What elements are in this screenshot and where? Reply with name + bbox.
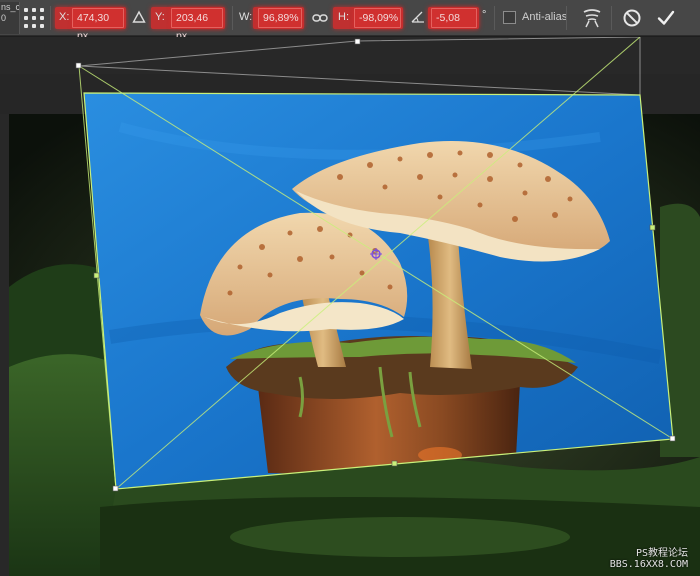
anti-alias-checkbox[interactable]	[503, 11, 516, 24]
document-tab-text: ns_c 0	[1, 2, 20, 23]
angle-input[interactable]: -5,08	[431, 8, 477, 28]
handle-bottom-center[interactable]	[391, 460, 398, 467]
document-canvas[interactable]	[0, 37, 700, 576]
commit-transform-icon[interactable]	[656, 8, 676, 31]
x-label: X:	[59, 11, 70, 23]
handle-bottom-right[interactable]	[669, 435, 676, 442]
handle-top-center[interactable]	[354, 38, 361, 45]
handle-right-middle[interactable]	[649, 224, 656, 231]
divider	[232, 6, 233, 30]
document-tab-stub[interactable]: ns_c 0	[0, 2, 20, 34]
link-icon[interactable]	[312, 11, 328, 28]
divider	[566, 6, 567, 30]
height-input[interactable]: -98,09%	[354, 8, 401, 28]
cancel-transform-icon[interactable]	[622, 8, 642, 31]
y-label: Y:	[155, 11, 165, 23]
divider	[50, 6, 51, 30]
degree-unit: °	[482, 9, 487, 21]
anti-alias-label: Anti-alias	[522, 11, 568, 23]
reference-point-grid-icon[interactable]	[24, 8, 44, 28]
transformed-layer	[84, 93, 673, 489]
watermark-line-1: PS教程论坛	[635, 548, 688, 559]
y-position-input[interactable]: 203,46 px	[171, 8, 223, 42]
h-label: H:	[338, 11, 349, 23]
watermark: PS教程论坛 BBS.16XX8.COM	[610, 548, 688, 570]
watermark-line-2: BBS.16XX8.COM	[609, 559, 688, 570]
handle-bottom-left[interactable]	[112, 485, 119, 492]
x-position-input[interactable]: 474,30 px	[72, 8, 124, 42]
warp-mode-icon[interactable]	[581, 7, 603, 32]
width-input[interactable]: 96,89%	[258, 8, 302, 28]
handle-top-left[interactable]	[75, 62, 82, 69]
w-label: W:	[239, 11, 253, 23]
divider	[494, 6, 495, 30]
divider	[611, 6, 612, 30]
options-bar: ns_c 0 X: 474,30 px Y: 203,46 px W: 96,8…	[0, 0, 700, 42]
handle-left-middle[interactable]	[93, 272, 100, 279]
angle-icon	[410, 10, 426, 27]
delta-triangle-icon[interactable]	[132, 10, 146, 27]
